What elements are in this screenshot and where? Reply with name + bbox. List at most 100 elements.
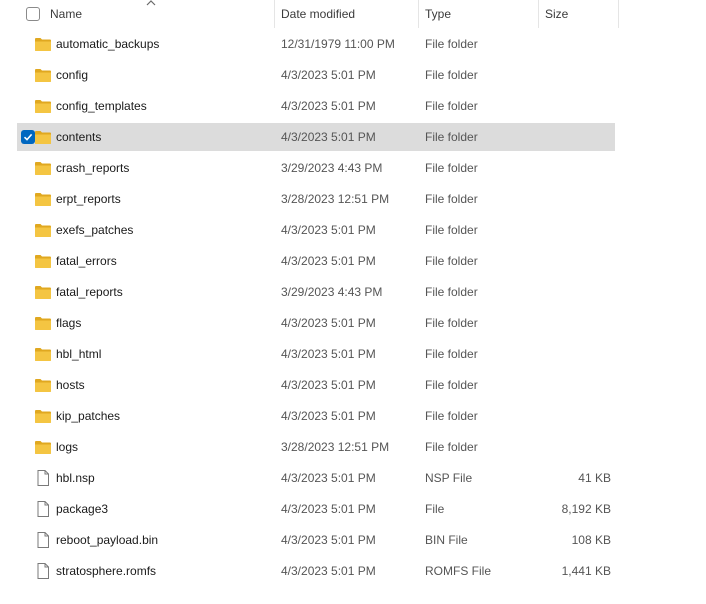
column-header-size[interactable]: Size xyxy=(545,0,568,28)
file-type: ROMFS File xyxy=(425,564,491,578)
file-type: File folder xyxy=(425,68,478,82)
column-header-date[interactable]: Date modified xyxy=(281,0,355,28)
table-row[interactable]: package3 4/3/2023 5:01 PM File 8,192 KB xyxy=(17,495,615,523)
file-name: package3 xyxy=(56,502,109,516)
file-date-modified: 4/3/2023 5:01 PM xyxy=(281,130,376,144)
column-header: Name Date modified Type Size xyxy=(0,0,706,28)
column-header-name[interactable]: Name xyxy=(50,0,82,28)
file-name: config xyxy=(56,68,89,82)
file-name: stratosphere.romfs xyxy=(56,564,157,578)
file-type: File folder xyxy=(425,130,478,144)
file-type: File folder xyxy=(425,378,478,392)
file-date-modified: 4/3/2023 5:01 PM xyxy=(281,223,376,237)
folder-icon xyxy=(34,315,52,331)
file-type: File folder xyxy=(425,161,478,175)
table-row[interactable]: logs 3/28/2023 12:51 PM File folder xyxy=(17,433,615,461)
folder-icon xyxy=(34,346,52,362)
file-icon xyxy=(34,470,52,486)
file-date-modified: 4/3/2023 5:01 PM xyxy=(281,409,376,423)
select-all-checkbox[interactable] xyxy=(26,7,40,21)
file-name: flags xyxy=(56,316,82,330)
file-type: BIN File xyxy=(425,533,468,547)
file-name: fatal_errors xyxy=(56,254,117,268)
folder-icon xyxy=(34,160,52,176)
file-type: File folder xyxy=(425,192,478,206)
file-type: File folder xyxy=(425,316,478,330)
file-name: hbl_html xyxy=(56,347,102,361)
column-divider[interactable] xyxy=(274,0,275,28)
file-type: File folder xyxy=(425,223,478,237)
table-row[interactable]: flags 4/3/2023 5:01 PM File folder xyxy=(17,309,615,337)
table-row[interactable]: fatal_reports 3/29/2023 4:43 PM File folde… xyxy=(17,278,615,306)
table-row[interactable]: contents 4/3/2023 5:01 PM File folder xyxy=(17,123,615,151)
file-date-modified: 4/3/2023 5:01 PM xyxy=(281,68,376,82)
file-type: File folder xyxy=(425,409,478,423)
folder-icon xyxy=(34,67,52,83)
file-date-modified: 12/31/1979 11:00 PM xyxy=(281,37,395,51)
file-date-modified: 3/29/2023 4:43 PM xyxy=(281,161,383,175)
file-date-modified: 3/28/2023 12:51 PM xyxy=(281,192,390,206)
file-icon xyxy=(34,501,52,517)
folder-icon xyxy=(34,408,52,424)
file-name: hosts xyxy=(56,378,85,392)
table-row[interactable]: automatic_backups 12/31/1979 11:00 PM File… xyxy=(17,30,615,58)
table-row[interactable]: fatal_errors 4/3/2023 5:01 PM File folder xyxy=(17,247,615,275)
file-size: 41 KB xyxy=(578,471,611,485)
file-type: File folder xyxy=(425,347,478,361)
table-row[interactable]: hbl.nsp 4/3/2023 5:01 PM NSP File 41 KB xyxy=(17,464,615,492)
table-row[interactable]: erpt_reports 3/28/2023 12:51 PM File folde… xyxy=(17,185,615,213)
file-name: reboot_payload.bin xyxy=(56,533,159,547)
table-row[interactable]: hosts 4/3/2023 5:01 PM File folder xyxy=(17,371,615,399)
file-size: 108 KB xyxy=(571,533,611,547)
file-name: config_templates xyxy=(56,99,147,113)
file-type: File folder xyxy=(425,37,478,51)
file-name: exefs_patches xyxy=(56,223,134,237)
row-checkbox-icon[interactable] xyxy=(21,130,35,144)
file-date-modified: 3/29/2023 4:43 PM xyxy=(281,285,383,299)
table-row[interactable]: crash_reports 3/29/2023 4:43 PM File folde… xyxy=(17,154,615,182)
file-name: fatal_reports xyxy=(56,285,123,299)
folder-icon xyxy=(34,36,52,52)
file-date-modified: 3/28/2023 12:51 PM xyxy=(281,440,390,454)
table-row[interactable]: exefs_patches 4/3/2023 5:01 PM File folder xyxy=(17,216,615,244)
file-date-modified: 4/3/2023 5:01 PM xyxy=(281,502,376,516)
file-icon xyxy=(34,532,52,548)
file-date-modified: 4/3/2023 5:01 PM xyxy=(281,347,376,361)
file-type: File xyxy=(425,502,445,516)
column-header-type[interactable]: Type xyxy=(425,0,451,28)
file-name: automatic_backups xyxy=(56,37,160,51)
file-type: File folder xyxy=(425,254,478,268)
folder-icon xyxy=(34,253,52,269)
column-divider[interactable] xyxy=(538,0,539,28)
folder-icon xyxy=(34,129,52,145)
folder-icon xyxy=(34,284,52,300)
file-name: logs xyxy=(56,440,79,454)
table-row[interactable]: config_templates 4/3/2023 5:01 PM File fol… xyxy=(17,92,615,120)
file-date-modified: 4/3/2023 5:01 PM xyxy=(281,254,376,268)
table-row[interactable]: hbl_html 4/3/2023 5:01 PM File folder xyxy=(17,340,615,368)
sort-ascending-icon xyxy=(146,0,156,6)
column-divider[interactable] xyxy=(418,0,419,28)
table-row[interactable]: kip_patches 4/3/2023 5:01 PM File folder xyxy=(17,402,615,430)
file-type: File folder xyxy=(425,285,478,299)
file-size: 8,192 KB xyxy=(561,502,611,516)
file-name: contents xyxy=(56,130,102,144)
folder-icon xyxy=(34,377,52,393)
folder-icon xyxy=(34,191,52,207)
table-row[interactable]: config 4/3/2023 5:01 PM File folder xyxy=(17,61,615,89)
table-row[interactable]: reboot_payload.bin 4/3/2023 5:01 PM BIN Fi… xyxy=(17,526,615,554)
file-date-modified: 4/3/2023 5:01 PM xyxy=(281,316,376,330)
file-size: 1,441 KB xyxy=(561,564,611,578)
file-date-modified: 4/3/2023 5:01 PM xyxy=(281,564,376,578)
file-date-modified: 4/3/2023 5:01 PM xyxy=(281,99,376,113)
file-name: erpt_reports xyxy=(56,192,121,206)
file-type: NSP File xyxy=(425,471,473,485)
file-name: crash_reports xyxy=(56,161,130,175)
table-row[interactable]: stratosphere.romfs 4/3/2023 5:01 PM ROMFS … xyxy=(17,557,615,585)
file-date-modified: 4/3/2023 5:01 PM xyxy=(281,471,376,485)
file-name: hbl.nsp xyxy=(56,471,95,485)
column-divider[interactable] xyxy=(618,0,619,28)
folder-icon xyxy=(34,439,52,455)
folder-icon xyxy=(34,98,52,114)
file-type: File folder xyxy=(425,99,478,113)
